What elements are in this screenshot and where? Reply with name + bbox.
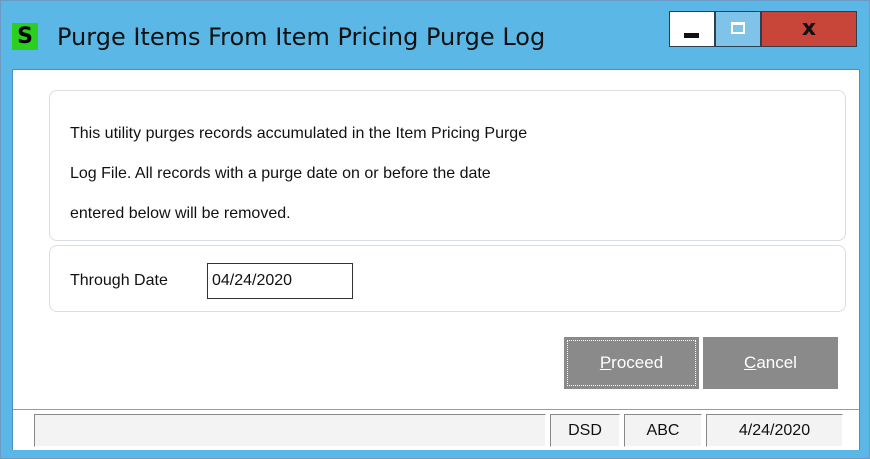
status-company: DSD bbox=[550, 414, 620, 447]
sage-app-icon[interactable]: S bbox=[12, 23, 38, 50]
cancel-button[interactable]: Cancel bbox=[703, 337, 838, 389]
through-date-panel: Through Date bbox=[49, 245, 846, 312]
proceed-button[interactable]: Proceed bbox=[564, 337, 699, 389]
status-message bbox=[34, 414, 546, 447]
status-user: ABC bbox=[624, 414, 702, 447]
through-date-input[interactable] bbox=[207, 263, 353, 299]
maximize-button[interactable] bbox=[715, 11, 761, 47]
focus-rectangle bbox=[567, 340, 696, 386]
status-bar: DSD ABC 4/24/2020 bbox=[13, 409, 859, 450]
dialog-body: This utility purges records accumulated … bbox=[12, 69, 860, 450]
close-button[interactable]: x bbox=[761, 11, 857, 47]
description-line-2: Log File. All records with a purge date … bbox=[70, 165, 491, 182]
close-icon: x bbox=[801, 16, 817, 41]
window-title: Purge Items From Item Pricing Purge Log bbox=[57, 23, 546, 51]
description-line-3: entered below will be removed. bbox=[70, 205, 291, 222]
description-panel: This utility purges records accumulated … bbox=[49, 90, 846, 241]
minimize-button[interactable] bbox=[669, 11, 715, 47]
status-date: 4/24/2020 bbox=[706, 414, 843, 447]
title-bar[interactable]: S Purge Items From Item Pricing Purge Lo… bbox=[1, 1, 869, 69]
dialog-window: S Purge Items From Item Pricing Purge Lo… bbox=[0, 0, 870, 459]
maximize-icon bbox=[731, 22, 745, 34]
cancel-label: Cancel bbox=[744, 353, 797, 372]
minimize-icon bbox=[684, 33, 699, 38]
description-line-1: This utility purges records accumulated … bbox=[70, 125, 528, 142]
through-date-label: Through Date bbox=[70, 272, 168, 289]
